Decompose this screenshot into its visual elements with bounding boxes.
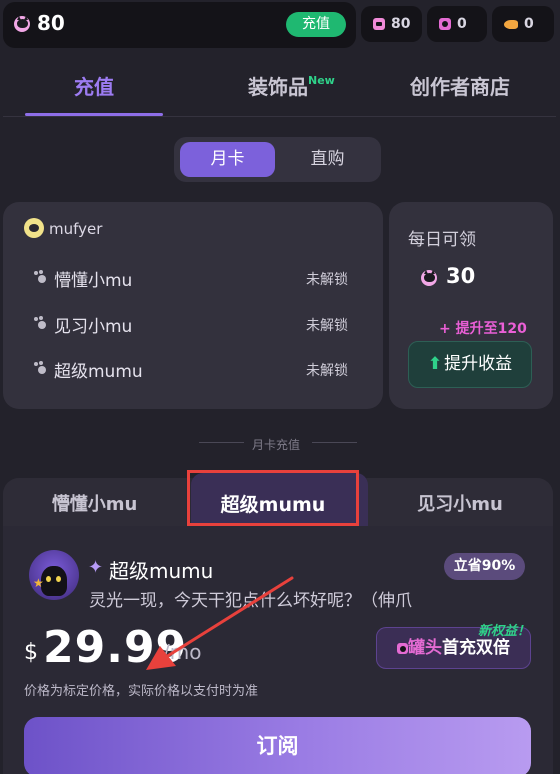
privilege-status: 未解锁 [306, 363, 348, 379]
tier-tab-beginner[interactable]: 懵懂小mu [3, 490, 186, 516]
privilege-status: 未解锁 [306, 272, 348, 288]
price-unit: /mo [163, 640, 202, 664]
new-benefit-tag: 新权益！ [478, 624, 531, 639]
tab-creator-store[interactable]: 创作者商店 [395, 72, 525, 102]
annotation-highlight-box [187, 470, 359, 526]
subscribe-button[interactable]: 订阅 [24, 717, 531, 774]
privilege-label: 超级mumu [54, 362, 143, 382]
segment-direct[interactable]: 直购 [280, 142, 375, 177]
paw-icon [34, 316, 48, 330]
privilege-row: 见习小mu 未解锁 [34, 312, 374, 337]
section-label: 月卡充值 [252, 438, 301, 452]
user-avatar-icon [24, 218, 44, 238]
can-resource[interactable]: 0 [427, 6, 487, 42]
price-currency: $ [24, 640, 38, 665]
divider-right [312, 442, 357, 443]
cat-avatar [29, 550, 79, 600]
offer-title: 超级mumu [109, 559, 214, 583]
fish-icon [504, 19, 518, 29]
username: mufyer [49, 220, 103, 238]
tab-recharge[interactable]: 充值 [25, 72, 163, 102]
sparkle-icon: ✦ [88, 557, 104, 578]
lock-resource[interactable]: 80 [361, 6, 422, 42]
can-icon [397, 642, 408, 654]
segment-monthly[interactable]: 月卡 [180, 142, 275, 177]
price-note: 价格为标定价格，实际价格以支付时为准 [24, 684, 259, 699]
divider-left [199, 442, 244, 443]
privilege-label: 见习小mu [54, 317, 133, 337]
tier-tab-apprentice[interactable]: 见习小mu [370, 490, 550, 516]
can-value: 0 [457, 16, 467, 32]
can-icon [439, 18, 451, 30]
double-text: 首充双倍 [442, 638, 510, 658]
boost-earnings-button[interactable]: ⬆ 提升收益 [408, 341, 532, 388]
paw-icon [34, 270, 48, 284]
daily-title: 每日可领 [408, 230, 476, 250]
boost-label: 提升收益 [444, 354, 513, 374]
paw-icon [34, 361, 48, 375]
offer-description: 灵光一现，今天干犯点什么坏好呢？（伸爪 [89, 591, 412, 611]
privilege-status: 未解锁 [306, 318, 348, 334]
daily-amount: 30 [446, 264, 476, 288]
privilege-row: 超级mumu 未解锁 [34, 357, 374, 382]
lock-icon [373, 18, 385, 30]
privilege-label: 懵懂小mu [54, 271, 133, 291]
tab-decorations-label: 装饰品 [248, 75, 308, 99]
fish-resource[interactable]: 0 [492, 6, 554, 42]
coin-amount: 80 [37, 11, 65, 35]
double-can-label: 罐头 [408, 638, 442, 658]
privilege-row: 懵懂小mu 未解锁 [34, 266, 374, 291]
recharge-button[interactable]: 充值 [286, 12, 346, 37]
star-icon: ★ [33, 576, 44, 590]
tab-divider [3, 116, 556, 117]
tab-decorations[interactable]: 装饰品 New [218, 72, 338, 102]
active-tab-indicator [25, 113, 163, 116]
new-tag: New [308, 74, 335, 87]
lock-value: 80 [391, 16, 411, 32]
arrow-up-icon: ⬆ [427, 354, 443, 374]
mu-coin-icon [12, 13, 32, 34]
mu-coin-icon [419, 267, 439, 288]
upgrade-text: + 提升至120 [439, 321, 527, 337]
fish-value: 0 [524, 16, 534, 32]
save-badge: 立省90% [444, 553, 525, 580]
